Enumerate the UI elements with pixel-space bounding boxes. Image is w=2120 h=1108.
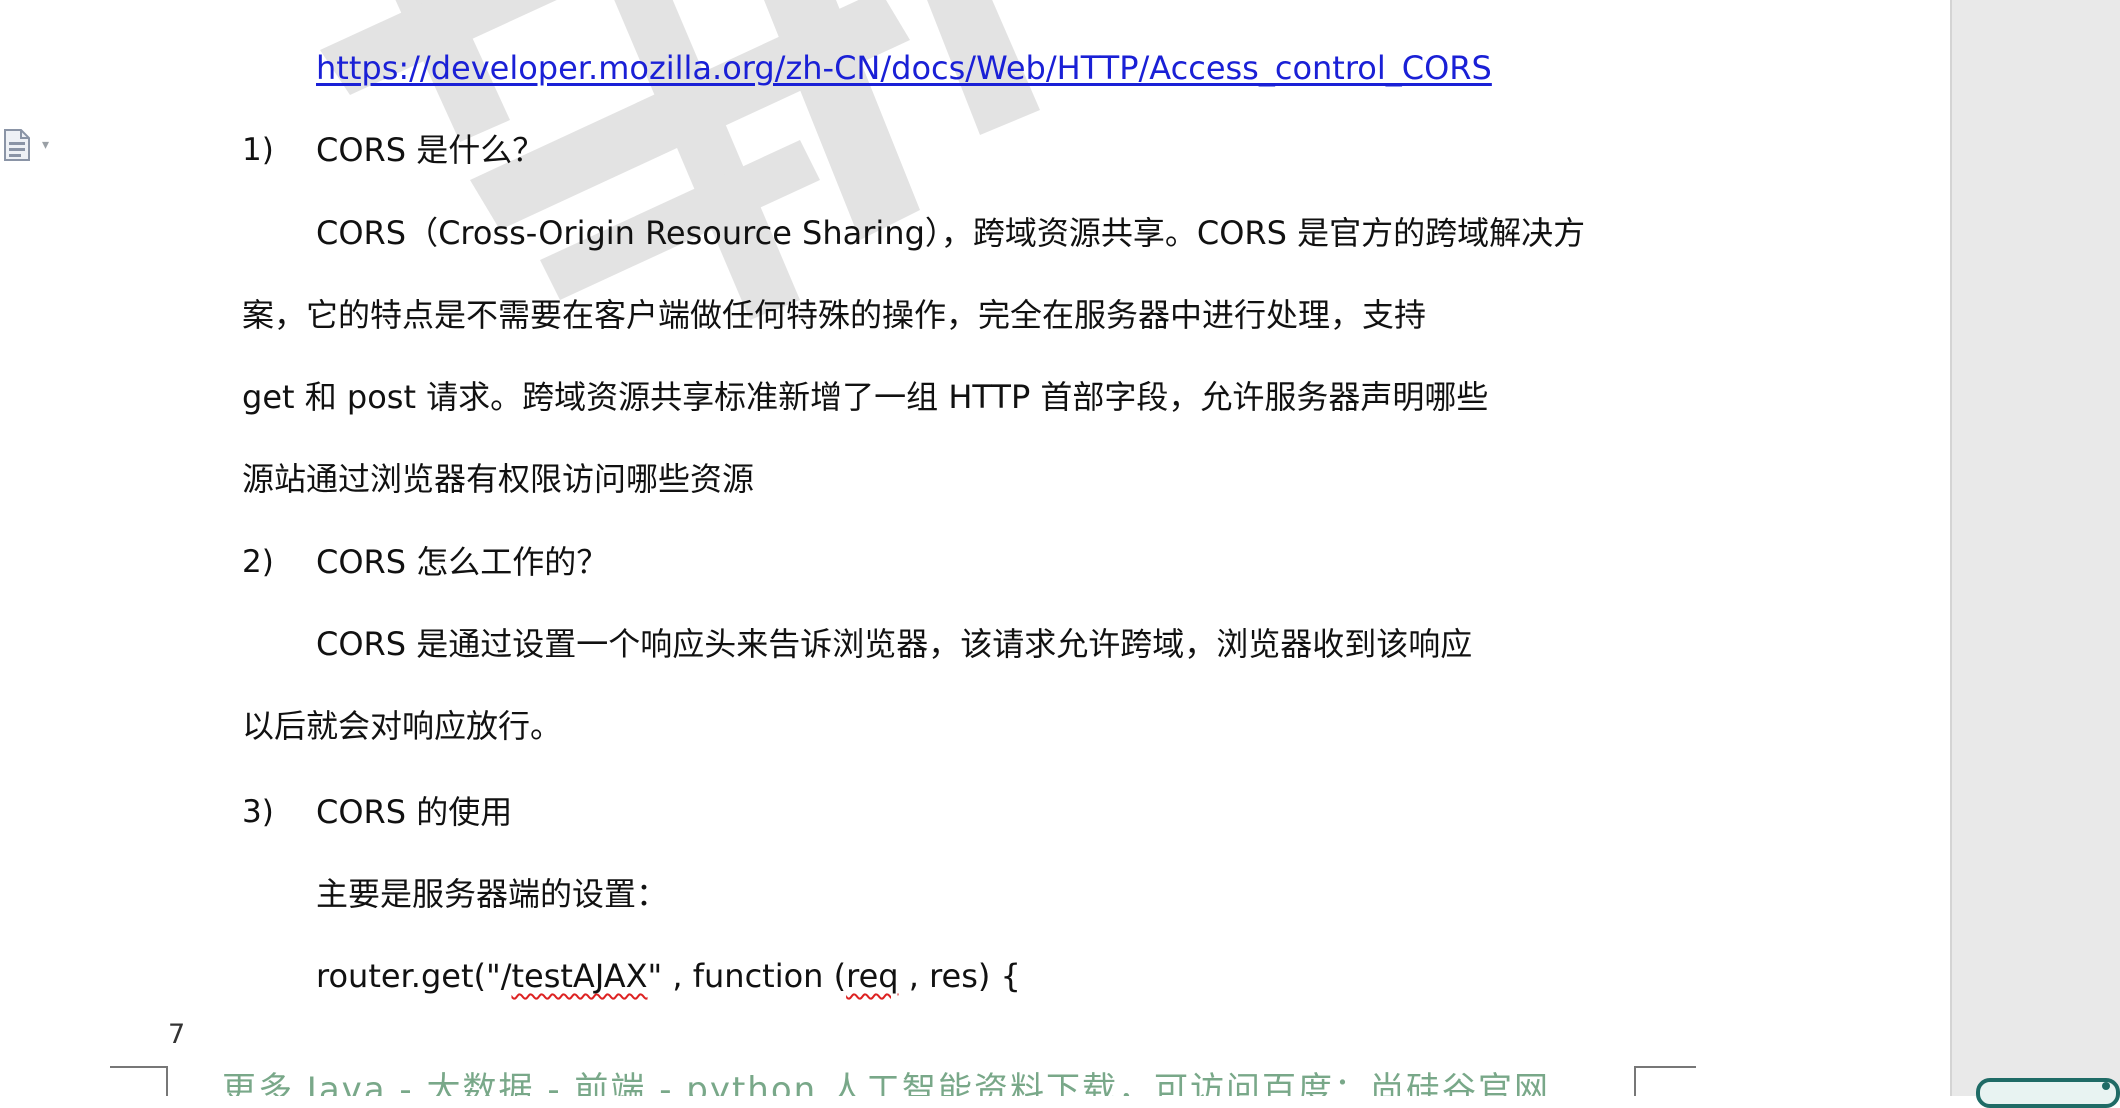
input-method-toolbar[interactable] — [1976, 1078, 2120, 1108]
list-number: 1) — [242, 132, 274, 168]
paragraph-line: 主要是服务器端的设置： — [316, 875, 669, 913]
paragraph-line: 源站通过浏览器有权限访问哪些资源 — [242, 460, 755, 498]
dropdown-caret-icon[interactable]: ▾ — [42, 138, 49, 152]
code-fragment: , res) { — [898, 957, 1021, 995]
footer-watermark-text: 更多 Java - 大数据 - 前端 - python 人工智能资料下载，可访问… — [222, 1070, 1551, 1096]
paragraph-line: get 和 post 请求。跨域资源共享标准新增了一组 HTTP 首部字段，允许… — [242, 378, 1489, 416]
code-fragment: router.get("/ — [316, 957, 512, 995]
code-fragment-spellcheck: req — [846, 957, 899, 995]
list-number: 3) — [242, 794, 274, 830]
crop-mark — [166, 1066, 168, 1096]
crop-mark — [1634, 1066, 1696, 1068]
page-number: 7 — [168, 1019, 186, 1050]
gutter-divider — [1950, 0, 1952, 1096]
window-gutter — [1950, 0, 2120, 1096]
section-heading: CORS 的使用 — [316, 793, 513, 831]
crop-mark — [110, 1066, 168, 1068]
code-fragment: " , function ( — [647, 957, 847, 995]
paragraph-line: 案，它的特点是不需要在客户端做任何特殊的操作，完全在服务器中进行处理，支持 — [242, 296, 1427, 334]
document-page: ▾ https://developer.mozilla.org/zh-CN/do… — [0, 0, 1950, 1096]
paragraph-line: CORS 是通过设置一个响应头来告诉浏览器，该请求允许跨域，浏览器收到该响应 — [316, 625, 1473, 663]
link-text[interactable]: https://developer.mozilla.org/zh-CN/docs… — [316, 49, 1492, 87]
toolbar-dot-icon — [2102, 1082, 2110, 1090]
document-icon[interactable] — [2, 128, 32, 162]
crop-mark — [1634, 1066, 1636, 1096]
section-heading: CORS 怎么工作的？ — [316, 543, 609, 581]
paragraph-text: CORS（Cross-Origin Resource Sharing），跨域资源… — [316, 214, 1586, 252]
paragraph-line: 以后就会对响应放行。 — [242, 707, 563, 745]
code-fragment-spellcheck: testAJAX — [511, 957, 648, 995]
list-number: 2) — [242, 544, 274, 580]
code-line: router.get("/testAJAX" , function (req ,… — [316, 954, 1021, 998]
reference-link[interactable]: https://developer.mozilla.org/zh-CN/docs… — [316, 46, 1492, 90]
section-heading: CORS 是什么？ — [316, 131, 545, 169]
paragraph-line: CORS（Cross-Origin Resource Sharing），跨域资源… — [316, 211, 1585, 255]
